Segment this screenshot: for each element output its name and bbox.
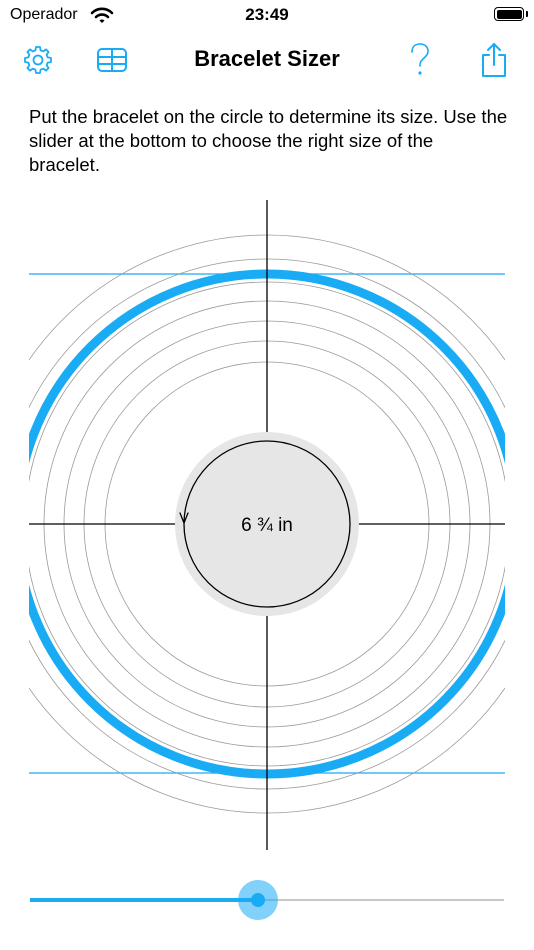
settings-button[interactable] — [18, 42, 58, 82]
question-mark-icon — [408, 42, 432, 83]
share-button[interactable] — [474, 42, 514, 82]
slider-thumb-center[interactable] — [251, 893, 265, 907]
page-title: Bracelet Sizer — [194, 46, 340, 71]
table-icon — [96, 47, 128, 78]
gear-icon — [22, 44, 54, 81]
size-table-button[interactable] — [92, 42, 132, 82]
share-icon — [479, 42, 509, 83]
status-bar: Operador 23:49 — [0, 0, 534, 32]
nav-bar: Bracelet Sizer — [0, 38, 534, 84]
bracelet-sizer[interactable]: 6 ¾ in — [0, 195, 534, 855]
instructions-text: Put the bracelet on the circle to determ… — [29, 106, 508, 175]
slider-fill — [30, 898, 258, 902]
battery-cap — [526, 11, 528, 17]
help-button[interactable] — [400, 42, 440, 82]
size-label: 6 ¾ in — [241, 515, 293, 536]
battery-icon — [494, 7, 524, 21]
clock: 23:49 — [245, 5, 289, 24]
size-slider[interactable] — [30, 880, 504, 920]
